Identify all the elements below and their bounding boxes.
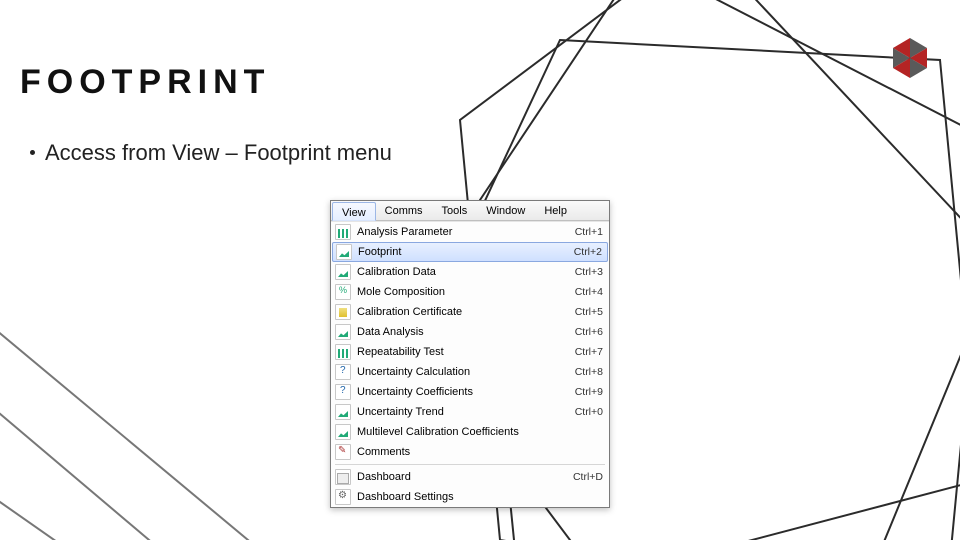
menu-item-shortcut: Ctrl+1 bbox=[575, 226, 603, 238]
menu-item-uncertainty-coefficients[interactable]: Uncertainty Coefficients Ctrl+9 bbox=[331, 382, 609, 402]
bullet-text: Access from View – Footprint menu bbox=[45, 140, 392, 165]
comm-icon bbox=[335, 444, 351, 460]
menubar-item-comms[interactable]: Comms bbox=[376, 201, 433, 220]
slide-title: Footprint bbox=[20, 63, 270, 102]
menu-item-calibration-certificate[interactable]: Calibration Certificate Ctrl+5 bbox=[331, 302, 609, 322]
menu-item-footprint[interactable]: Footprint Ctrl+2 bbox=[332, 242, 608, 262]
menu-separator bbox=[335, 464, 605, 465]
menubar-item-window[interactable]: Window bbox=[477, 201, 535, 220]
qmark-icon bbox=[335, 364, 351, 380]
menu-item-label: Data Analysis bbox=[357, 326, 569, 338]
menubar-item-view[interactable]: View bbox=[332, 202, 376, 221]
menu-item-shortcut: Ctrl+0 bbox=[575, 406, 603, 418]
menu-item-shortcut: Ctrl+5 bbox=[575, 306, 603, 318]
chart-icon bbox=[335, 424, 351, 440]
menu-item-label: Dashboard bbox=[357, 471, 567, 483]
chart-icon bbox=[335, 264, 351, 280]
menu-item-shortcut: Ctrl+3 bbox=[575, 266, 603, 278]
menu-item-dashboard-settings[interactable]: Dashboard Settings bbox=[331, 487, 609, 507]
menu-item-dashboard[interactable]: Dashboard Ctrl+D bbox=[331, 467, 609, 487]
chart-icon bbox=[335, 324, 351, 340]
cert-icon bbox=[335, 304, 351, 320]
menu-item-shortcut: Ctrl+9 bbox=[575, 386, 603, 398]
menu-item-shortcut: Ctrl+7 bbox=[575, 346, 603, 358]
gear-icon bbox=[335, 489, 351, 505]
bullet-item: Access from View – Footprint menu bbox=[30, 140, 392, 166]
menu-item-label: Uncertainty Calculation bbox=[357, 366, 569, 378]
bars-icon bbox=[335, 224, 351, 240]
menubar: ViewCommsToolsWindowHelp bbox=[331, 201, 609, 221]
menu-item-shortcut: Ctrl+8 bbox=[575, 366, 603, 378]
chart-icon bbox=[335, 404, 351, 420]
menu-item-label: Footprint bbox=[358, 246, 568, 258]
bars-icon bbox=[335, 344, 351, 360]
view-menu-window: ViewCommsToolsWindowHelp Analysis Parame… bbox=[330, 200, 610, 508]
qmark-icon bbox=[335, 384, 351, 400]
menu-item-multilevel-calibration-coefficients[interactable]: Multilevel Calibration Coefficients bbox=[331, 422, 609, 442]
menu-item-mole-composition[interactable]: Mole Composition Ctrl+4 bbox=[331, 282, 609, 302]
menu-item-uncertainty-calculation[interactable]: Uncertainty Calculation Ctrl+8 bbox=[331, 362, 609, 382]
menu-item-shortcut: Ctrl+2 bbox=[574, 246, 602, 258]
view-menu-dropdown: Analysis Parameter Ctrl+1 Footprint Ctrl+2 C… bbox=[331, 221, 609, 507]
menubar-item-help[interactable]: Help bbox=[535, 201, 577, 220]
dash-icon bbox=[335, 469, 351, 485]
menu-item-calibration-data[interactable]: Calibration Data Ctrl+3 bbox=[331, 262, 609, 282]
menu-item-analysis-parameter[interactable]: Analysis Parameter Ctrl+1 bbox=[331, 222, 609, 242]
menu-item-shortcut: Ctrl+D bbox=[573, 471, 603, 483]
menu-item-comments[interactable]: Comments bbox=[331, 442, 609, 462]
menu-item-label: Dashboard Settings bbox=[357, 491, 597, 503]
bullet-dot-icon bbox=[30, 150, 35, 155]
menu-item-label: Analysis Parameter bbox=[357, 226, 569, 238]
chart-icon bbox=[336, 244, 352, 260]
menu-item-label: Calibration Data bbox=[357, 266, 569, 278]
menu-item-label: Calibration Certificate bbox=[357, 306, 569, 318]
menu-item-repeatability-test[interactable]: Repeatability Test Ctrl+7 bbox=[331, 342, 609, 362]
brand-logo-icon bbox=[880, 30, 940, 90]
menu-item-uncertainty-trend[interactable]: Uncertainty Trend Ctrl+0 bbox=[331, 402, 609, 422]
menu-item-data-analysis[interactable]: Data Analysis Ctrl+6 bbox=[331, 322, 609, 342]
menu-item-label: Uncertainty Coefficients bbox=[357, 386, 569, 398]
menu-item-label: Repeatability Test bbox=[357, 346, 569, 358]
menu-item-shortcut: Ctrl+4 bbox=[575, 286, 603, 298]
menu-item-label: Comments bbox=[357, 446, 597, 458]
menu-item-label: Uncertainty Trend bbox=[357, 406, 569, 418]
menubar-item-tools[interactable]: Tools bbox=[433, 201, 478, 220]
menu-item-shortcut: Ctrl+6 bbox=[575, 326, 603, 338]
menu-item-label: Multilevel Calibration Coefficients bbox=[357, 426, 597, 438]
percent-icon bbox=[335, 284, 351, 300]
menu-item-label: Mole Composition bbox=[357, 286, 569, 298]
